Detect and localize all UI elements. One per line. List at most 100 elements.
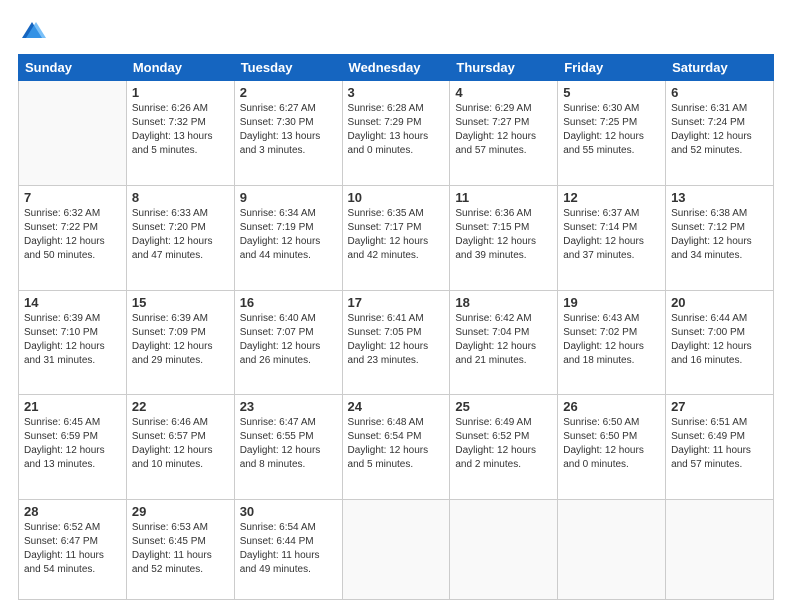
logo-icon <box>18 18 46 46</box>
day-detail: Sunrise: 6:28 AM Sunset: 7:29 PM Dayligh… <box>348 102 445 158</box>
day-detail: Sunrise: 6:30 AM Sunset: 7:25 PM Dayligh… <box>563 102 660 158</box>
day-detail: Sunrise: 6:32 AM Sunset: 7:22 PM Dayligh… <box>24 207 121 263</box>
day-detail: Sunrise: 6:39 AM Sunset: 7:09 PM Dayligh… <box>132 312 229 368</box>
day-number: 15 <box>132 295 229 310</box>
day-number: 14 <box>24 295 121 310</box>
day-detail: Sunrise: 6:47 AM Sunset: 6:55 PM Dayligh… <box>240 416 337 472</box>
day-cell: 16 Sunrise: 6:40 AM Sunset: 7:07 PM Dayli… <box>234 290 342 395</box>
day-number: 3 <box>348 85 445 100</box>
day-detail: Sunrise: 6:42 AM Sunset: 7:04 PM Dayligh… <box>455 312 552 368</box>
day-number: 19 <box>563 295 660 310</box>
day-cell: 9 Sunrise: 6:34 AM Sunset: 7:19 PM Daylig… <box>234 185 342 290</box>
day-detail: Sunrise: 6:46 AM Sunset: 6:57 PM Dayligh… <box>132 416 229 472</box>
col-header-wednesday: Wednesday <box>342 55 450 81</box>
day-cell: 11 Sunrise: 6:36 AM Sunset: 7:15 PM Dayli… <box>450 185 558 290</box>
header <box>18 18 774 46</box>
day-number: 11 <box>455 190 552 205</box>
col-header-sunday: Sunday <box>19 55 127 81</box>
day-detail: Sunrise: 6:49 AM Sunset: 6:52 PM Dayligh… <box>455 416 552 472</box>
day-cell: 12 Sunrise: 6:37 AM Sunset: 7:14 PM Dayli… <box>558 185 666 290</box>
day-cell: 21 Sunrise: 6:45 AM Sunset: 6:59 PM Dayli… <box>19 395 127 500</box>
day-number: 17 <box>348 295 445 310</box>
day-detail: Sunrise: 6:40 AM Sunset: 7:07 PM Dayligh… <box>240 312 337 368</box>
col-header-saturday: Saturday <box>666 55 774 81</box>
week-row-1: 1 Sunrise: 6:26 AM Sunset: 7:32 PM Daylig… <box>19 81 774 186</box>
day-number: 7 <box>24 190 121 205</box>
day-cell <box>450 500 558 600</box>
day-number: 23 <box>240 399 337 414</box>
day-detail: Sunrise: 6:39 AM Sunset: 7:10 PM Dayligh… <box>24 312 121 368</box>
day-cell: 27 Sunrise: 6:51 AM Sunset: 6:49 PM Dayli… <box>666 395 774 500</box>
day-detail: Sunrise: 6:53 AM Sunset: 6:45 PM Dayligh… <box>132 521 229 577</box>
day-number: 18 <box>455 295 552 310</box>
day-cell: 6 Sunrise: 6:31 AM Sunset: 7:24 PM Daylig… <box>666 81 774 186</box>
day-cell: 4 Sunrise: 6:29 AM Sunset: 7:27 PM Daylig… <box>450 81 558 186</box>
day-cell: 26Sunrise: 6:50 AM Sunset: 6:50 PM Dayli… <box>558 395 666 500</box>
day-detail: Sunrise: 6:52 AM Sunset: 6:47 PM Dayligh… <box>24 521 121 577</box>
day-number: 20 <box>671 295 768 310</box>
day-number: 9 <box>240 190 337 205</box>
day-number: 6 <box>671 85 768 100</box>
day-number: 5 <box>563 85 660 100</box>
day-detail: Sunrise: 6:37 AM Sunset: 7:14 PM Dayligh… <box>563 207 660 263</box>
day-number: 24 <box>348 399 445 414</box>
day-cell: 30 Sunrise: 6:54 AM Sunset: 6:44 PM Dayli… <box>234 500 342 600</box>
day-number: 16 <box>240 295 337 310</box>
day-detail: Sunrise: 6:34 AM Sunset: 7:19 PM Dayligh… <box>240 207 337 263</box>
day-detail: Sunrise: 6:48 AM Sunset: 6:54 PM Dayligh… <box>348 416 445 472</box>
day-number: 8 <box>132 190 229 205</box>
day-cell: 2 Sunrise: 6:27 AM Sunset: 7:30 PM Daylig… <box>234 81 342 186</box>
day-cell: 13Sunrise: 6:38 AM Sunset: 7:12 PM Dayli… <box>666 185 774 290</box>
day-cell: 14 Sunrise: 6:39 AM Sunset: 7:10 PM Dayli… <box>19 290 127 395</box>
week-row-4: 21 Sunrise: 6:45 AM Sunset: 6:59 PM Dayli… <box>19 395 774 500</box>
col-header-tuesday: Tuesday <box>234 55 342 81</box>
week-row-5: 28 Sunrise: 6:52 AM Sunset: 6:47 PM Dayli… <box>19 500 774 600</box>
day-detail: Sunrise: 6:51 AM Sunset: 6:49 PM Dayligh… <box>671 416 768 472</box>
day-cell: 29 Sunrise: 6:53 AM Sunset: 6:45 PM Dayli… <box>126 500 234 600</box>
day-cell: 1 Sunrise: 6:26 AM Sunset: 7:32 PM Daylig… <box>126 81 234 186</box>
day-cell: 25Sunrise: 6:49 AM Sunset: 6:52 PM Dayli… <box>450 395 558 500</box>
col-header-friday: Friday <box>558 55 666 81</box>
day-cell: 8Sunrise: 6:33 AM Sunset: 7:20 PM Daylig… <box>126 185 234 290</box>
day-number: 22 <box>132 399 229 414</box>
day-cell: 15 Sunrise: 6:39 AM Sunset: 7:09 PM Dayli… <box>126 290 234 395</box>
day-cell: 3 Sunrise: 6:28 AM Sunset: 7:29 PM Daylig… <box>342 81 450 186</box>
day-number: 13 <box>671 190 768 205</box>
day-number: 2 <box>240 85 337 100</box>
day-number: 28 <box>24 504 121 519</box>
day-detail: Sunrise: 6:31 AM Sunset: 7:24 PM Dayligh… <box>671 102 768 158</box>
day-detail: Sunrise: 6:45 AM Sunset: 6:59 PM Dayligh… <box>24 416 121 472</box>
day-number: 27 <box>671 399 768 414</box>
day-cell: 28 Sunrise: 6:52 AM Sunset: 6:47 PM Dayli… <box>19 500 127 600</box>
week-row-3: 14 Sunrise: 6:39 AM Sunset: 7:10 PM Dayli… <box>19 290 774 395</box>
day-cell <box>342 500 450 600</box>
day-cell: 22 Sunrise: 6:46 AM Sunset: 6:57 PM Dayli… <box>126 395 234 500</box>
day-cell <box>666 500 774 600</box>
col-header-thursday: Thursday <box>450 55 558 81</box>
day-number: 29 <box>132 504 229 519</box>
day-cell: 7 Sunrise: 6:32 AM Sunset: 7:22 PM Daylig… <box>19 185 127 290</box>
day-detail: Sunrise: 6:29 AM Sunset: 7:27 PM Dayligh… <box>455 102 552 158</box>
day-cell: 20Sunrise: 6:44 AM Sunset: 7:00 PM Dayli… <box>666 290 774 395</box>
day-detail: Sunrise: 6:26 AM Sunset: 7:32 PM Dayligh… <box>132 102 229 158</box>
day-number: 4 <box>455 85 552 100</box>
day-number: 30 <box>240 504 337 519</box>
day-detail: Sunrise: 6:54 AM Sunset: 6:44 PM Dayligh… <box>240 521 337 577</box>
week-row-2: 7 Sunrise: 6:32 AM Sunset: 7:22 PM Daylig… <box>19 185 774 290</box>
calendar: SundayMondayTuesdayWednesdayThursdayFrid… <box>18 54 774 600</box>
day-detail: Sunrise: 6:41 AM Sunset: 7:05 PM Dayligh… <box>348 312 445 368</box>
day-detail: Sunrise: 6:27 AM Sunset: 7:30 PM Dayligh… <box>240 102 337 158</box>
day-detail: Sunrise: 6:36 AM Sunset: 7:15 PM Dayligh… <box>455 207 552 263</box>
day-cell: 24 Sunrise: 6:48 AM Sunset: 6:54 PM Dayli… <box>342 395 450 500</box>
day-detail: Sunrise: 6:43 AM Sunset: 7:02 PM Dayligh… <box>563 312 660 368</box>
day-number: 1 <box>132 85 229 100</box>
day-detail: Sunrise: 6:50 AM Sunset: 6:50 PM Dayligh… <box>563 416 660 472</box>
day-cell: 17 Sunrise: 6:41 AM Sunset: 7:05 PM Dayli… <box>342 290 450 395</box>
day-cell: 23 Sunrise: 6:47 AM Sunset: 6:55 PM Dayli… <box>234 395 342 500</box>
day-number: 12 <box>563 190 660 205</box>
day-number: 10 <box>348 190 445 205</box>
day-cell: 10Sunrise: 6:35 AM Sunset: 7:17 PM Dayli… <box>342 185 450 290</box>
day-cell <box>558 500 666 600</box>
day-number: 21 <box>24 399 121 414</box>
header-row: SundayMondayTuesdayWednesdayThursdayFrid… <box>19 55 774 81</box>
